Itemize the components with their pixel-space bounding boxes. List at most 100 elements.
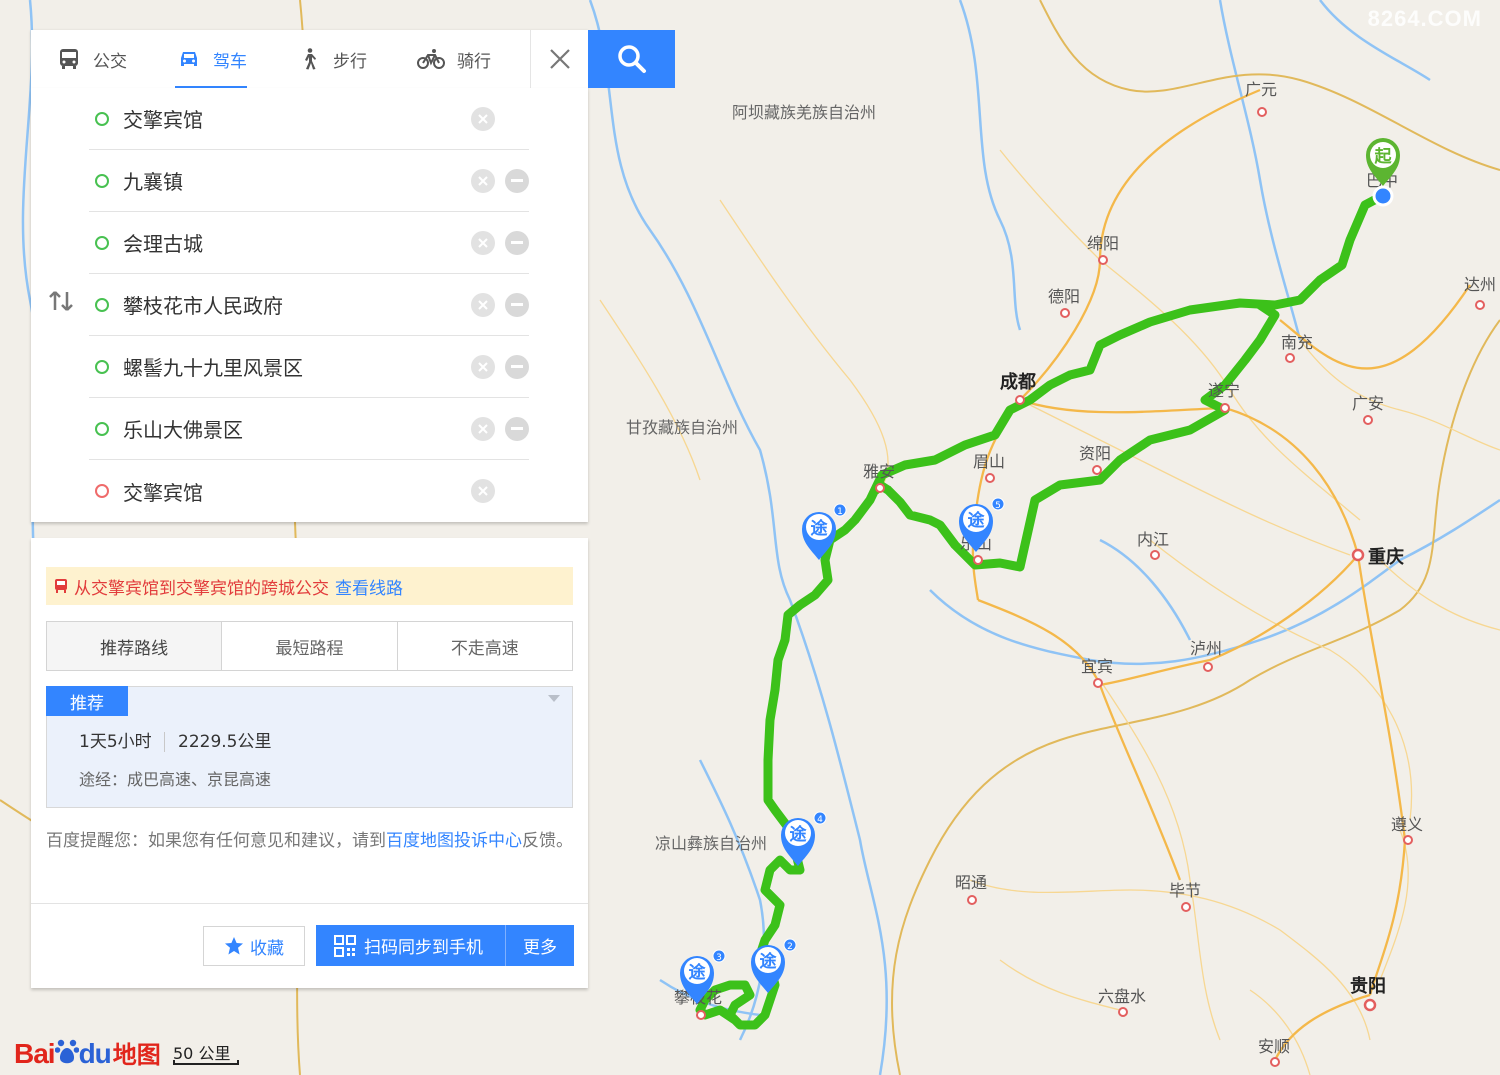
via-marker-number: 1 <box>837 507 843 517</box>
clear-button[interactable] <box>471 479 495 503</box>
remove-waypoint-button[interactable] <box>505 354 529 379</box>
place-label: 德阳 <box>1048 287 1080 306</box>
via-marker-number: 5 <box>995 501 1001 511</box>
clear-icon <box>478 175 488 186</box>
search-button[interactable] <box>588 30 675 88</box>
via-marker-label: 途 <box>689 962 707 983</box>
region-label: 阿坝藏族羌族自治州 <box>732 103 876 122</box>
clear-icon <box>478 299 488 310</box>
clear-button[interactable] <box>471 354 495 379</box>
route-distance: 2229.5公里 <box>178 732 272 752</box>
waypoint-name[interactable]: 会理古城 <box>123 228 471 257</box>
clear-button[interactable] <box>471 230 495 255</box>
clear-button[interactable] <box>471 106 495 131</box>
via-dot-icon <box>95 359 109 374</box>
bus-icon <box>60 49 78 69</box>
remove-waypoint-button[interactable] <box>505 230 529 255</box>
clear-icon <box>478 237 488 248</box>
waypoint-row-start[interactable]: 交擎宾馆 <box>89 88 529 150</box>
logo-text: Bai du <box>14 1037 112 1070</box>
tab-shortest[interactable]: 最短路程 <box>222 622 398 670</box>
view-route-link[interactable]: 查看线路 <box>335 574 403 599</box>
remove-waypoint-button[interactable] <box>505 292 529 317</box>
tab-car[interactable]: 驾车 <box>151 30 271 88</box>
route-duration: 1天5小时 <box>79 732 165 752</box>
scale-bar <box>173 1060 239 1065</box>
waypoint-name[interactable]: 螺髻九十九里风景区 <box>123 352 471 381</box>
via-marker-label: 途 <box>811 518 829 539</box>
place-label: 内江 <box>1137 530 1169 549</box>
waypoint-name[interactable]: 攀枝花市人民政府 <box>123 290 471 319</box>
place-label: 资阳 <box>1079 444 1111 463</box>
via-marker-label: 途 <box>790 824 808 845</box>
swap-icon[interactable] <box>48 288 74 314</box>
logo-du: du <box>78 1038 112 1069</box>
place-label: 广安 <box>1352 394 1384 413</box>
tab-label: 驾车 <box>213 51 247 72</box>
waypoint-name[interactable]: 九襄镇 <box>123 166 471 195</box>
clear-button[interactable] <box>471 168 495 193</box>
waypoint-row[interactable]: 乐山大佛景区 <box>89 398 529 460</box>
qr-code-icon <box>334 934 356 957</box>
tab-label: 步行 <box>333 51 367 72</box>
waypoint-row[interactable]: 攀枝花市人民政府 <box>89 274 529 336</box>
waypoint-row[interactable]: 螺髻九十九里风景区 <box>89 336 529 398</box>
place-label: 六盘水 <box>1098 987 1146 1006</box>
star-icon <box>225 937 243 955</box>
place-label: 成都 <box>1000 371 1036 393</box>
complaint-center-link[interactable]: 百度地图投诉中心 <box>386 831 522 851</box>
region-label: 凉山彝族自治州 <box>655 834 767 853</box>
recommended-badge: 推荐 <box>46 686 128 716</box>
via-marker-label: 途 <box>760 951 778 972</box>
place-label: 南充 <box>1281 333 1313 352</box>
sync-to-phone-button[interactable]: 扫码同步到手机 <box>316 925 506 966</box>
waypoint-name[interactable]: 交擎宾馆 <box>123 104 471 133</box>
place-label: 遵义 <box>1391 815 1423 834</box>
tab-label: 骑行 <box>457 51 491 72</box>
remove-waypoint-button[interactable] <box>505 168 529 193</box>
feedback-text: 百度提醒您：如果您有任何意见和建议，请到 <box>46 831 386 851</box>
tab-label: 公交 <box>93 51 127 72</box>
waypoint-row[interactable]: 会理古城 <box>89 212 529 274</box>
waypoint-name[interactable]: 乐山大佛景区 <box>123 414 471 443</box>
baidu-map-logo[interactable]: Bai du 地图 <box>14 1025 161 1070</box>
region-label: 甘孜藏族自治州 <box>626 418 738 437</box>
tab-bike[interactable]: 骑行 <box>391 30 515 88</box>
clear-icon <box>478 361 488 372</box>
place-label: 达州 <box>1464 275 1496 294</box>
bike-icon <box>417 49 445 69</box>
favorite-label: 收藏 <box>250 938 284 959</box>
place-label: 绵阳 <box>1087 234 1119 253</box>
waypoint-row-end[interactable]: 交擎宾馆 <box>89 460 529 522</box>
via-dot-icon <box>95 235 109 250</box>
clear-button[interactable] <box>471 292 495 317</box>
tab-recommended[interactable]: 推荐路线 <box>47 622 223 670</box>
tab-avoid-highway[interactable]: 不走高速 <box>397 622 572 670</box>
via-marker-number: 4 <box>817 815 823 825</box>
tab-bus[interactable]: 公交 <box>31 30 151 88</box>
end-dot-icon <box>95 484 109 498</box>
bus-notice-text: 从交擎宾馆到交擎宾馆的跨城公交 <box>74 578 329 599</box>
via-marker-number: 3 <box>716 953 722 963</box>
start-marker-label: 起 <box>1374 146 1393 167</box>
car-icon <box>181 52 197 66</box>
more-button[interactable]: 更多 <box>506 933 574 958</box>
favorite-button[interactable]: 收藏 <box>203 926 305 966</box>
clear-button[interactable] <box>471 416 495 441</box>
place-label: 贵阳 <box>1350 976 1386 997</box>
waypoint-name[interactable]: 交擎宾馆 <box>123 477 471 506</box>
walk-icon <box>305 48 316 70</box>
remove-waypoint-button[interactable] <box>505 416 529 441</box>
place-label: 雅安 <box>863 462 895 481</box>
tab-walk[interactable]: 步行 <box>271 30 391 88</box>
divider <box>31 903 588 904</box>
close-button[interactable] <box>530 30 588 88</box>
bus-icon <box>55 579 67 593</box>
via-dot-icon <box>95 421 109 436</box>
via-marker-label: 途 <box>968 510 986 531</box>
waypoint-row[interactable]: 九襄镇 <box>89 150 529 212</box>
chevron-down-icon[interactable] <box>548 695 560 702</box>
route-card[interactable]: 推荐 1天5小时 2229.5公里 途经：成巴高速、京昆高速 <box>46 686 573 808</box>
sync-button-group: 扫码同步到手机 更多 <box>316 925 574 966</box>
clear-icon <box>478 486 488 496</box>
